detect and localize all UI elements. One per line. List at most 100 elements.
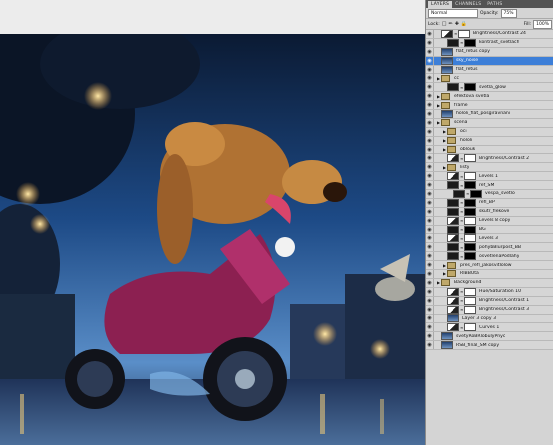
lock-move-icon[interactable]: ✚	[455, 21, 459, 27]
eye-visibility-icon[interactable]: ◉	[426, 198, 434, 207]
eye-visibility-icon[interactable]: ◉	[426, 74, 434, 83]
layer-row[interactable]: ◉ ▶ oci	[426, 127, 553, 137]
layer-mask-thumbnail[interactable]	[464, 38, 476, 47]
layer-row[interactable]: ◉ RSB_final_SM copy	[426, 341, 553, 351]
tab-channels[interactable]: CHANNELS	[452, 1, 484, 8]
layer-name[interactable]: efektova svetla	[452, 94, 489, 99]
eye-visibility-icon[interactable]: ◉	[426, 216, 434, 225]
layer-name[interactable]: listy	[458, 165, 469, 170]
layer-row[interactable]: ◉ flat_retus copy	[426, 47, 553, 57]
layer-thumbnail[interactable]	[447, 83, 459, 92]
layer-mask-thumbnail[interactable]	[464, 287, 476, 296]
layer-row[interactable]: ◉ ∞ Curves 1	[426, 323, 553, 333]
eye-visibility-icon[interactable]: ◉	[426, 145, 434, 154]
eye-visibility-icon[interactable]: ◉	[426, 38, 434, 47]
layer-row[interactable]: ◉ ▶ hololi	[426, 136, 553, 146]
layer-mask-thumbnail[interactable]	[464, 154, 476, 163]
layer-name[interactable]: pres_refl_jakosvitlolow	[458, 263, 512, 268]
eye-visibility-icon[interactable]: ◉	[426, 65, 434, 74]
eye-visibility-icon[interactable]: ◉	[426, 172, 434, 181]
layer-mask-thumbnail[interactable]	[464, 234, 476, 243]
layer-row[interactable]: ◉ ∞ refl_BP	[426, 198, 553, 208]
layer-thumbnail[interactable]	[441, 341, 453, 350]
layer-thumbnail[interactable]	[447, 225, 459, 234]
eye-visibility-icon[interactable]: ◉	[426, 207, 434, 216]
layer-row[interactable]: ◉ ▶ pres_refl_jakosvitlolow	[426, 261, 553, 271]
layer-name[interactable]: Brightness/Contrast 24	[471, 31, 526, 36]
layer-name[interactable]: svetla_glow	[477, 85, 506, 90]
artwork-image[interactable]	[0, 34, 425, 445]
opacity-field[interactable]: 75%	[500, 8, 517, 18]
layer-row[interactable]: ◉ sky_noise	[426, 56, 553, 66]
layer-name[interactable]: Levels 3	[477, 236, 498, 241]
layer-row[interactable]: ◉ ▶ cc	[426, 74, 553, 84]
eye-visibility-icon[interactable]: ◉	[426, 181, 434, 190]
eye-visibility-icon[interactable]: ◉	[426, 29, 434, 38]
layer-row[interactable]: ◉ ▶ RIBBUta	[426, 270, 553, 279]
layer-mask-thumbnail[interactable]	[464, 243, 476, 252]
layer-name[interactable]: Levels 1	[477, 174, 498, 179]
eye-visibility-icon[interactable]: ◉	[426, 252, 434, 261]
layer-row[interactable]: ◉ ∞ Hue/Saturation 10	[426, 287, 553, 297]
layer-row[interactable]: ◉ ▶ Background	[426, 278, 553, 288]
eye-visibility-icon[interactable]: ◉	[426, 154, 434, 163]
eye-visibility-icon[interactable]: ◉	[426, 305, 434, 314]
layer-name[interactable]: flat_retus copy	[454, 49, 490, 54]
layer-mask-thumbnail[interactable]	[458, 29, 470, 38]
layer-row[interactable]: ◉ ∞ Levels 8 copy	[426, 216, 553, 226]
eye-visibility-icon[interactable]: ◉	[426, 101, 434, 110]
layer-list[interactable]: ◉ ∞ Brightness/Contrast 24 ◉ ∞ kontrast_svetl…	[426, 29, 553, 445]
layer-name[interactable]: refl_BP	[477, 200, 495, 205]
layer-name[interactable]: ref_SM	[477, 183, 494, 188]
lock-all-icon[interactable]: 🔒	[461, 21, 467, 27]
layer-name[interactable]: oblouk	[458, 147, 475, 152]
layer-name[interactable]: Levels 8 copy	[477, 218, 510, 223]
eye-visibility-icon[interactable]: ◉	[426, 234, 434, 243]
layer-row[interactable]: ◉ ∞ Levels 3	[426, 234, 553, 244]
layer-mask-thumbnail[interactable]	[464, 323, 476, 332]
layer-thumbnail[interactable]	[441, 109, 453, 118]
layer-name[interactable]: osvetlenaPodlahy	[477, 254, 519, 259]
tab-layers[interactable]: LAYERS	[428, 1, 453, 8]
layer-name[interactable]: Brightness/Contrast 3	[477, 307, 529, 312]
layer-row[interactable]: ◉ ∞ vespa_svetlo	[426, 189, 553, 199]
layer-thumbnail[interactable]	[441, 65, 453, 74]
layer-row[interactable]: ◉ Layer 3 copy 3	[426, 314, 553, 324]
layer-name[interactable]: Curves 1	[477, 325, 499, 330]
lock-transparent-icon[interactable]: □	[442, 21, 447, 27]
lock-brush-icon[interactable]: ✏	[449, 21, 453, 27]
eye-visibility-icon[interactable]: ◉	[426, 127, 434, 136]
layer-name[interactable]: sky_noise	[454, 58, 478, 63]
layer-row[interactable]: ◉ ∞ Brightness/Contrast 24	[426, 29, 553, 39]
layer-thumbnail[interactable]	[447, 38, 459, 47]
layer-row[interactable]: ◉ hololi_flat_posgiravnani	[426, 109, 553, 119]
layer-row[interactable]: ◉ ∞ ref_SM	[426, 181, 553, 191]
eye-visibility-icon[interactable]: ◉	[426, 109, 434, 118]
blend-mode-select[interactable]: Normal	[428, 8, 478, 18]
layer-thumbnail[interactable]	[441, 56, 453, 65]
layer-row[interactable]: ◉ ∞ kontrast_svetlach	[426, 38, 553, 48]
eye-visibility-icon[interactable]: ◉	[426, 118, 434, 127]
layer-row[interactable]: ◉ ∞ Brightness/Contrast 2	[426, 154, 553, 164]
layer-thumbnail[interactable]	[453, 189, 465, 198]
layer-row[interactable]: ◉ ∞ Brightness/Contrast 3	[426, 305, 553, 315]
layer-thumbnail[interactable]	[447, 252, 459, 261]
layer-mask-thumbnail[interactable]	[464, 225, 476, 234]
layer-name[interactable]: RIBBUta	[458, 271, 479, 276]
layer-thumbnail[interactable]	[447, 207, 459, 216]
layer-mask-thumbnail[interactable]	[464, 296, 476, 305]
eye-visibility-icon[interactable]: ◉	[426, 136, 434, 145]
layer-name[interactable]: Brightness/Contrast 1	[477, 298, 529, 303]
layer-thumbnail[interactable]	[447, 314, 459, 323]
layer-mask-thumbnail[interactable]	[464, 172, 476, 181]
layer-row[interactable]: ◉ flat_retus	[426, 65, 553, 75]
eye-visibility-icon[interactable]: ◉	[426, 163, 434, 172]
eye-visibility-icon[interactable]: ◉	[426, 189, 434, 198]
layer-name[interactable]: RSB_final_SM copy	[454, 343, 499, 348]
eye-visibility-icon[interactable]: ◉	[426, 92, 434, 101]
eye-visibility-icon[interactable]: ◉	[426, 314, 434, 323]
layer-row[interactable]: ◉ svetyRoBRlobulyPnyc	[426, 332, 553, 342]
layer-mask-thumbnail[interactable]	[464, 207, 476, 216]
fill-field[interactable]: 100%	[533, 19, 552, 29]
eye-visibility-icon[interactable]: ◉	[426, 296, 434, 305]
